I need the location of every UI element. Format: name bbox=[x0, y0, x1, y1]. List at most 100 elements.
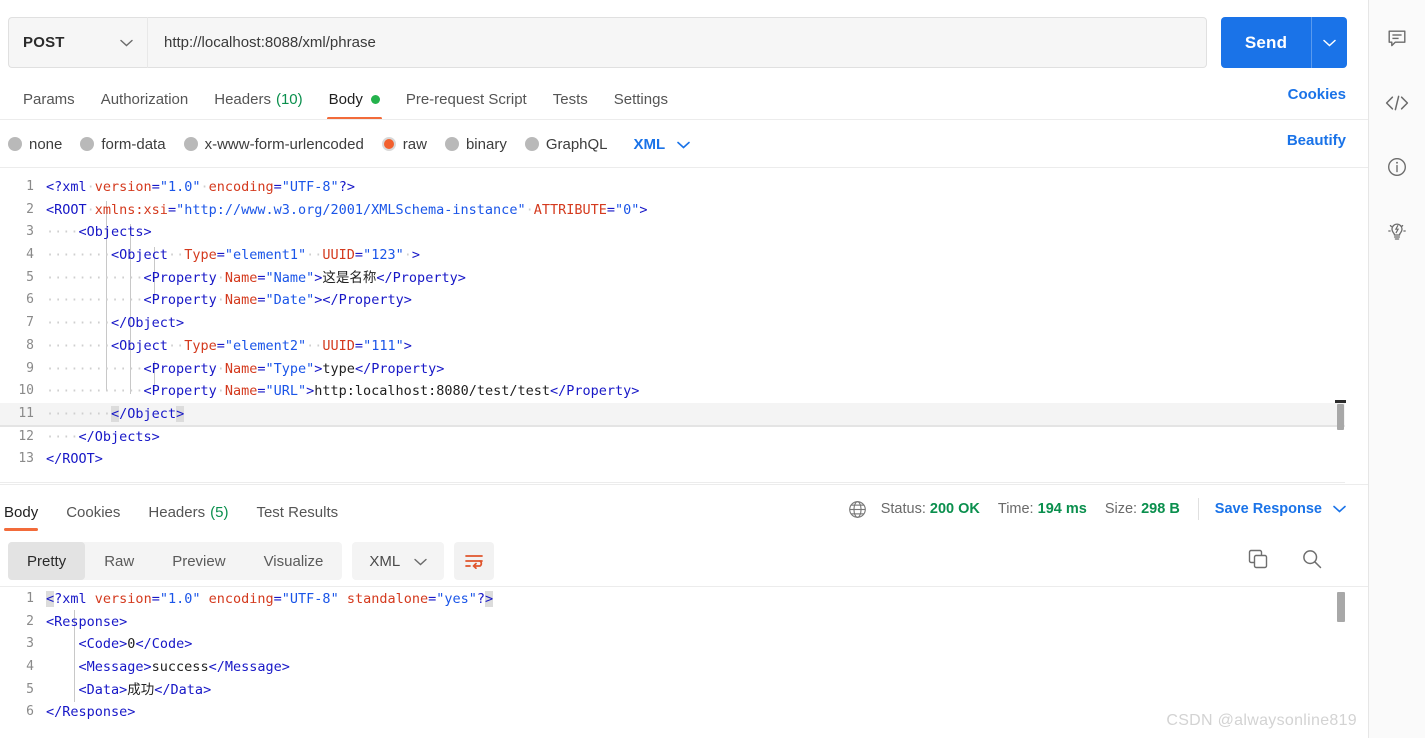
line-number: 12 bbox=[18, 428, 34, 444]
body-type-raw[interactable]: raw bbox=[381, 135, 427, 153]
code-text: <Code>0</Code> bbox=[78, 636, 193, 653]
body-type-label: form-data bbox=[101, 135, 166, 153]
request-tab-body[interactable]: Body bbox=[316, 80, 393, 120]
lightbulb-icon[interactable] bbox=[1380, 214, 1414, 248]
code-line: 4 ········<Object··Type="element1"··UUID=… bbox=[0, 244, 1345, 267]
request-body-editor[interactable]: 1 <?xml·version="1.0"·encoding="UTF-8"?> 2… bbox=[0, 176, 1345, 483]
code-line: 4 <Message>success</Message> bbox=[0, 656, 1345, 679]
code-text: <ROOT·xmlns:xsi="http://www.w3.org/2001/… bbox=[46, 201, 648, 218]
request-tab-settings[interactable]: Settings bbox=[601, 80, 681, 118]
code-line: 10 ············<Property·Name="URL">http:… bbox=[0, 380, 1345, 403]
line-number: 8 bbox=[26, 337, 34, 353]
scrollbar-thumb[interactable] bbox=[1337, 592, 1345, 622]
tab-label: Cookies bbox=[66, 503, 121, 521]
right-icon-rail bbox=[1368, 0, 1425, 738]
code-line: 1 <?xml·version="1.0"·encoding="UTF-8"?> bbox=[0, 176, 1345, 199]
status-divider bbox=[1197, 498, 1199, 520]
body-type-binary[interactable]: binary bbox=[444, 136, 507, 153]
code-text: <Data>成功</Data> bbox=[78, 681, 212, 698]
body-type-none[interactable]: none bbox=[8, 136, 62, 153]
code-line: 3 ····<Objects> bbox=[0, 221, 1345, 244]
code-line: 2 <ROOT·xmlns:xsi="http://www.w3.org/2001… bbox=[0, 199, 1345, 222]
line-number: 6 bbox=[26, 704, 34, 720]
chevron-down-icon bbox=[677, 136, 691, 153]
tab-label: Headers bbox=[214, 90, 271, 108]
request-tab-tests[interactable]: Tests bbox=[540, 80, 601, 118]
request-tab-headers[interactable]: Headers (10) bbox=[201, 80, 315, 118]
radio-icon bbox=[183, 137, 198, 151]
chevron-down-icon bbox=[414, 553, 427, 570]
body-type-x-www-form-urlencoded[interactable]: x-www-form-urlencoded bbox=[183, 136, 364, 153]
unsaved-dot-icon bbox=[370, 94, 380, 104]
request-editor-divider bbox=[0, 484, 1368, 485]
info-icon[interactable] bbox=[1380, 150, 1414, 184]
copy-icon[interactable] bbox=[1247, 548, 1269, 575]
request-tabs: Params Authorization Headers (10) Body Pre-re… bbox=[0, 80, 1368, 120]
code-text: ············<Property·Name="URL">http:lo… bbox=[46, 383, 640, 400]
cookies-link[interactable]: Cookies bbox=[1288, 86, 1346, 103]
response-view-toolbar: Pretty Raw Preview Visualize XML bbox=[8, 542, 495, 580]
radio-icon bbox=[80, 137, 95, 151]
line-number: 13 bbox=[18, 451, 34, 467]
line-number: 2 bbox=[26, 201, 34, 217]
code-line: 13 </ROOT> bbox=[0, 448, 1345, 471]
request-url-input[interactable]: http://localhost:8088/xml/phrase bbox=[147, 17, 1207, 68]
chevron-down-icon bbox=[1333, 501, 1346, 517]
response-tab-test-results[interactable]: Test Results bbox=[242, 494, 352, 530]
line-number: 4 bbox=[26, 247, 34, 263]
request-tab-params[interactable]: Params bbox=[10, 80, 88, 118]
code-text: ············<Property·Name="Name">这是名称</… bbox=[46, 269, 466, 286]
code-line: 1 <?xml version="1.0" encoding="UTF-8" st… bbox=[0, 588, 1345, 611]
code-text: ····</Objects> bbox=[46, 428, 160, 445]
word-wrap-button[interactable] bbox=[454, 542, 495, 580]
code-text: </Response> bbox=[46, 704, 136, 721]
view-mode-visualize[interactable]: Visualize bbox=[245, 542, 343, 580]
search-icon[interactable] bbox=[1301, 548, 1323, 575]
line-number: 1 bbox=[26, 591, 34, 606]
tab-label: Body bbox=[4, 503, 39, 521]
line-number: 10 bbox=[18, 383, 34, 399]
code-line: 5 <Data>成功</Data> bbox=[0, 679, 1345, 702]
body-type-label: raw bbox=[402, 135, 427, 153]
response-tab-headers[interactable]: Headers (5) bbox=[134, 494, 242, 530]
body-type-form-data[interactable]: form-data bbox=[80, 135, 166, 153]
view-mode-preview[interactable]: Preview bbox=[153, 542, 244, 580]
request-body-format-select[interactable]: XML bbox=[634, 136, 691, 153]
line-number: 1 bbox=[26, 179, 34, 194]
request-url-bar: POST http://localhost:8088/xml/phrase Se… bbox=[8, 17, 1347, 68]
comment-icon[interactable] bbox=[1380, 22, 1414, 56]
body-type-graphql[interactable]: GraphQL bbox=[524, 135, 608, 153]
response-tab-body[interactable]: Body bbox=[0, 494, 52, 531]
code-line: 6 ············<Property·Name="Date"></Pro… bbox=[0, 289, 1345, 312]
body-type-label: GraphQL bbox=[545, 135, 608, 153]
status-label: Status: bbox=[880, 501, 926, 517]
line-number: 7 bbox=[26, 315, 34, 331]
response-format-select[interactable]: XML bbox=[352, 542, 445, 580]
code-line: 9 ············<Property·Name="Type">type<… bbox=[0, 358, 1345, 381]
body-type-radio-group: none form-data x-www-form-urlencoded raw bin… bbox=[0, 126, 1368, 162]
line-number: 5 bbox=[26, 269, 34, 285]
code-text: ········<Object··Type="element1"··UUID="… bbox=[46, 247, 420, 264]
view-mode-pretty[interactable]: Pretty bbox=[8, 542, 86, 580]
radio-icon bbox=[524, 137, 539, 151]
code-text: <Response> bbox=[46, 613, 128, 630]
scrollbar-thumb[interactable] bbox=[1337, 404, 1344, 430]
response-tab-cookies[interactable]: Cookies bbox=[52, 494, 134, 530]
radio-icon bbox=[381, 137, 396, 151]
save-response-button[interactable]: Save Response bbox=[1215, 501, 1346, 517]
send-button[interactable]: Send bbox=[1221, 17, 1311, 68]
http-method-select[interactable]: POST bbox=[8, 17, 147, 68]
send-options-caret[interactable] bbox=[1311, 17, 1347, 68]
request-tab-authorization[interactable]: Authorization bbox=[88, 80, 202, 118]
line-number: 2 bbox=[26, 613, 34, 629]
code-icon[interactable] bbox=[1380, 86, 1414, 120]
size-label: Size: bbox=[1104, 501, 1138, 517]
request-editor-scrollbar[interactable] bbox=[1331, 176, 1346, 483]
code-line: 11 ········</Object> bbox=[0, 402, 1345, 426]
beautify-link[interactable]: Beautify bbox=[1287, 132, 1346, 149]
request-tab-pre-request-script[interactable]: Pre-request Script bbox=[393, 80, 540, 118]
response-body-editor[interactable]: 1 <?xml version="1.0" encoding="UTF-8" st… bbox=[0, 588, 1345, 738]
code-text: <?xml version="1.0" encoding="UTF-8" sta… bbox=[46, 591, 494, 607]
view-mode-raw[interactable]: Raw bbox=[85, 542, 153, 580]
line-number: 3 bbox=[26, 636, 34, 652]
